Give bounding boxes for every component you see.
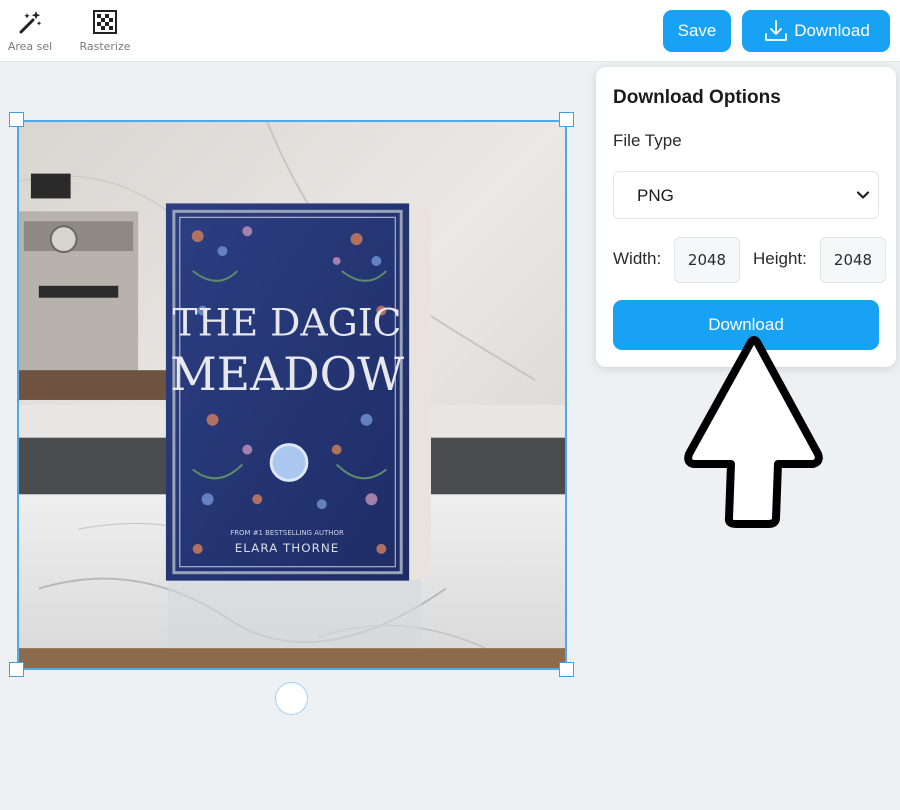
cover-title-line1: THE DAGIC — [173, 300, 402, 344]
resize-handle-top-right[interactable] — [559, 112, 574, 127]
save-button[interactable]: Save — [663, 10, 731, 52]
download-icon — [765, 20, 788, 41]
canvas-image[interactable]: THE DAGIC MEADOW FROM #1 BESTSELLING AUT… — [17, 120, 567, 670]
width-label: Width: — [613, 249, 662, 268]
area-select-label: Area sel — [7, 40, 53, 53]
file-type-select[interactable]: PNG — [613, 171, 879, 219]
height-input[interactable]: 2048 — [820, 237, 886, 283]
download-top-label: Download — [794, 21, 870, 40]
up-arrow-pointer-icon — [684, 336, 823, 528]
panel-title: Download Options — [613, 87, 781, 108]
resize-handle-bottom-right[interactable] — [559, 662, 574, 677]
resize-handle-top-left[interactable] — [9, 112, 24, 127]
download-options-panel: Download Options File Type PNG Width: 20… — [596, 67, 896, 367]
area-select-tool[interactable]: Area sel — [0, 8, 60, 53]
book-mockup-photo: THE DAGIC MEADOW FROM #1 BESTSELLING AUT… — [19, 122, 565, 668]
file-type-label: File Type — [613, 131, 682, 150]
rotate-handle[interactable] — [275, 682, 308, 715]
rasterize-tool[interactable]: Rasterize — [75, 8, 135, 53]
download-button-top[interactable]: Download — [742, 10, 890, 52]
width-input[interactable]: 2048 — [674, 237, 740, 283]
magic-wand-icon — [19, 11, 42, 34]
file-type-value: PNG — [637, 186, 674, 205]
rasterize-label: Rasterize — [79, 40, 131, 53]
height-label: Height: — [753, 249, 807, 268]
cover-author: ELARA THORNE — [235, 541, 340, 555]
rasterize-grid-icon — [93, 10, 117, 34]
top-toolbar: Area sel Rasterize Save Download — [0, 0, 900, 62]
cover-tagline: FROM #1 BESTSELLING AUTHOR — [230, 529, 344, 537]
resize-handle-bottom-left[interactable] — [9, 662, 24, 677]
chevron-down-icon — [856, 191, 870, 199]
cover-title-line2: MEADOW — [170, 348, 404, 401]
